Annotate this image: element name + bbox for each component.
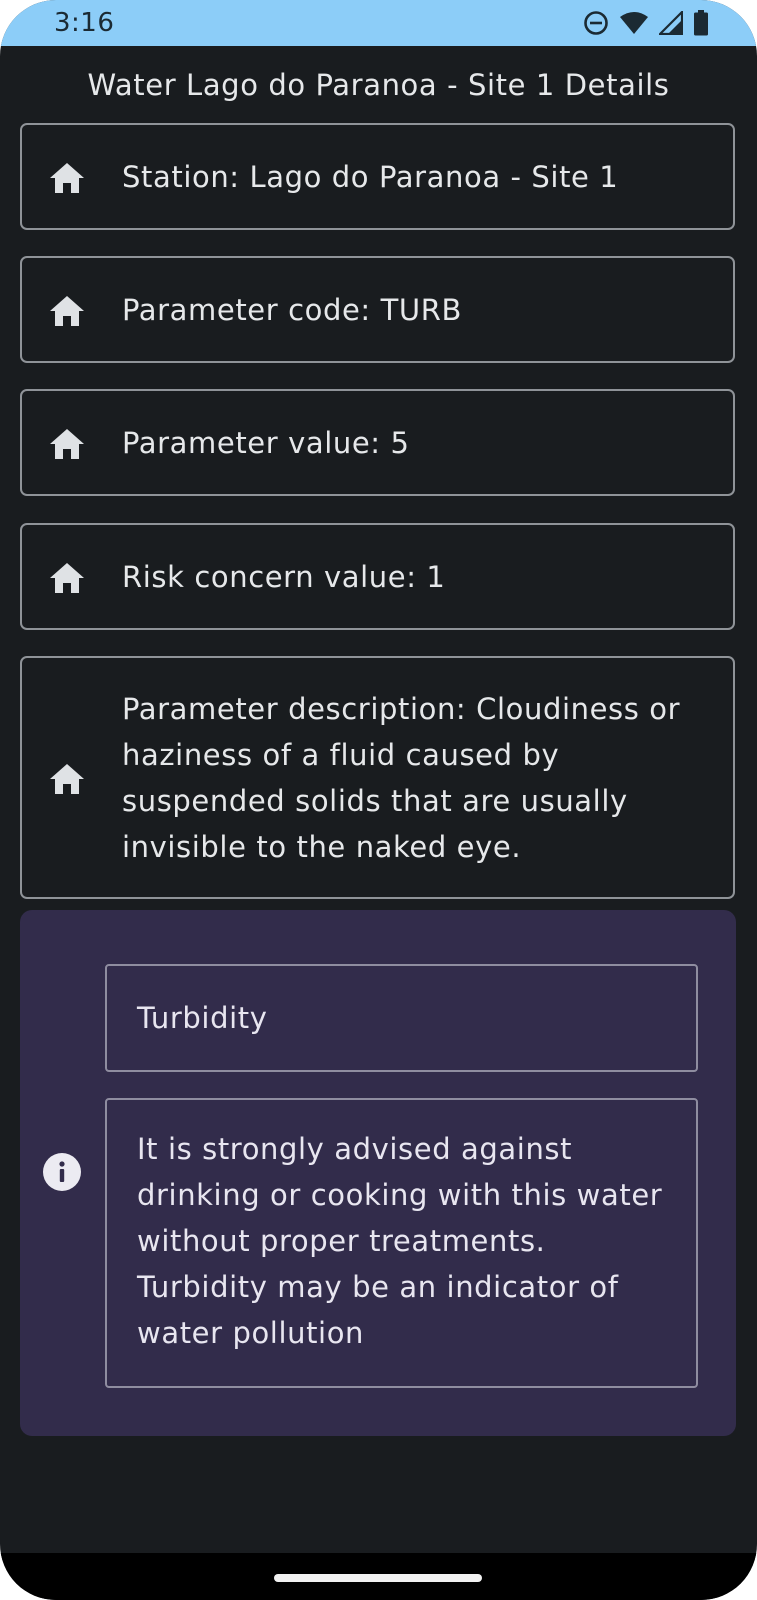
parameter-description-card: Parameter description: Cloudiness or haz… xyxy=(20,656,735,899)
advisory-message-box: It is strongly advised against drinking … xyxy=(105,1098,698,1388)
home-icon xyxy=(48,293,86,329)
wifi-icon xyxy=(619,11,649,39)
parameter-code-text: Parameter code: TURB xyxy=(122,293,463,327)
phone-screen: 3:16 Water Lago do Paranoa - Site 1 Deta… xyxy=(0,0,757,1600)
info-icon xyxy=(43,1153,81,1191)
home-icon xyxy=(48,160,86,196)
station-card: Station: Lago do Paranoa - Site 1 xyxy=(20,123,735,230)
home-icon xyxy=(48,761,86,797)
cellular-signal-icon xyxy=(657,9,684,39)
station-text: Station: Lago do Paranoa - Site 1 xyxy=(122,160,619,194)
advisory-message: It is strongly advised against drinking … xyxy=(137,1132,663,1350)
advisory-card: Turbidity It is strongly advised against… xyxy=(20,910,736,1436)
advisory-title-box: Turbidity xyxy=(105,964,698,1072)
risk-concern-text: Risk concern value: 1 xyxy=(122,560,446,594)
risk-concern-card: Risk concern value: 1 xyxy=(20,523,735,630)
page-title: Water Lago do Paranoa - Site 1 Details xyxy=(87,68,670,102)
home-icon xyxy=(48,426,86,462)
status-time: 3:16 xyxy=(54,8,115,38)
parameter-description-text: Parameter description: Cloudiness or haz… xyxy=(122,692,681,864)
home-gesture-handle[interactable] xyxy=(274,1574,482,1582)
advisory-title: Turbidity xyxy=(137,1001,268,1035)
battery-icon xyxy=(693,10,709,40)
status-bar: 3:16 xyxy=(0,0,757,46)
parameter-value-card: Parameter value: 5 xyxy=(20,389,735,496)
parameter-value-text: Parameter value: 5 xyxy=(122,426,410,460)
do-not-disturb-icon xyxy=(583,10,609,40)
home-icon xyxy=(48,560,86,596)
status-icons xyxy=(583,9,709,40)
parameter-code-card: Parameter code: TURB xyxy=(20,256,735,363)
